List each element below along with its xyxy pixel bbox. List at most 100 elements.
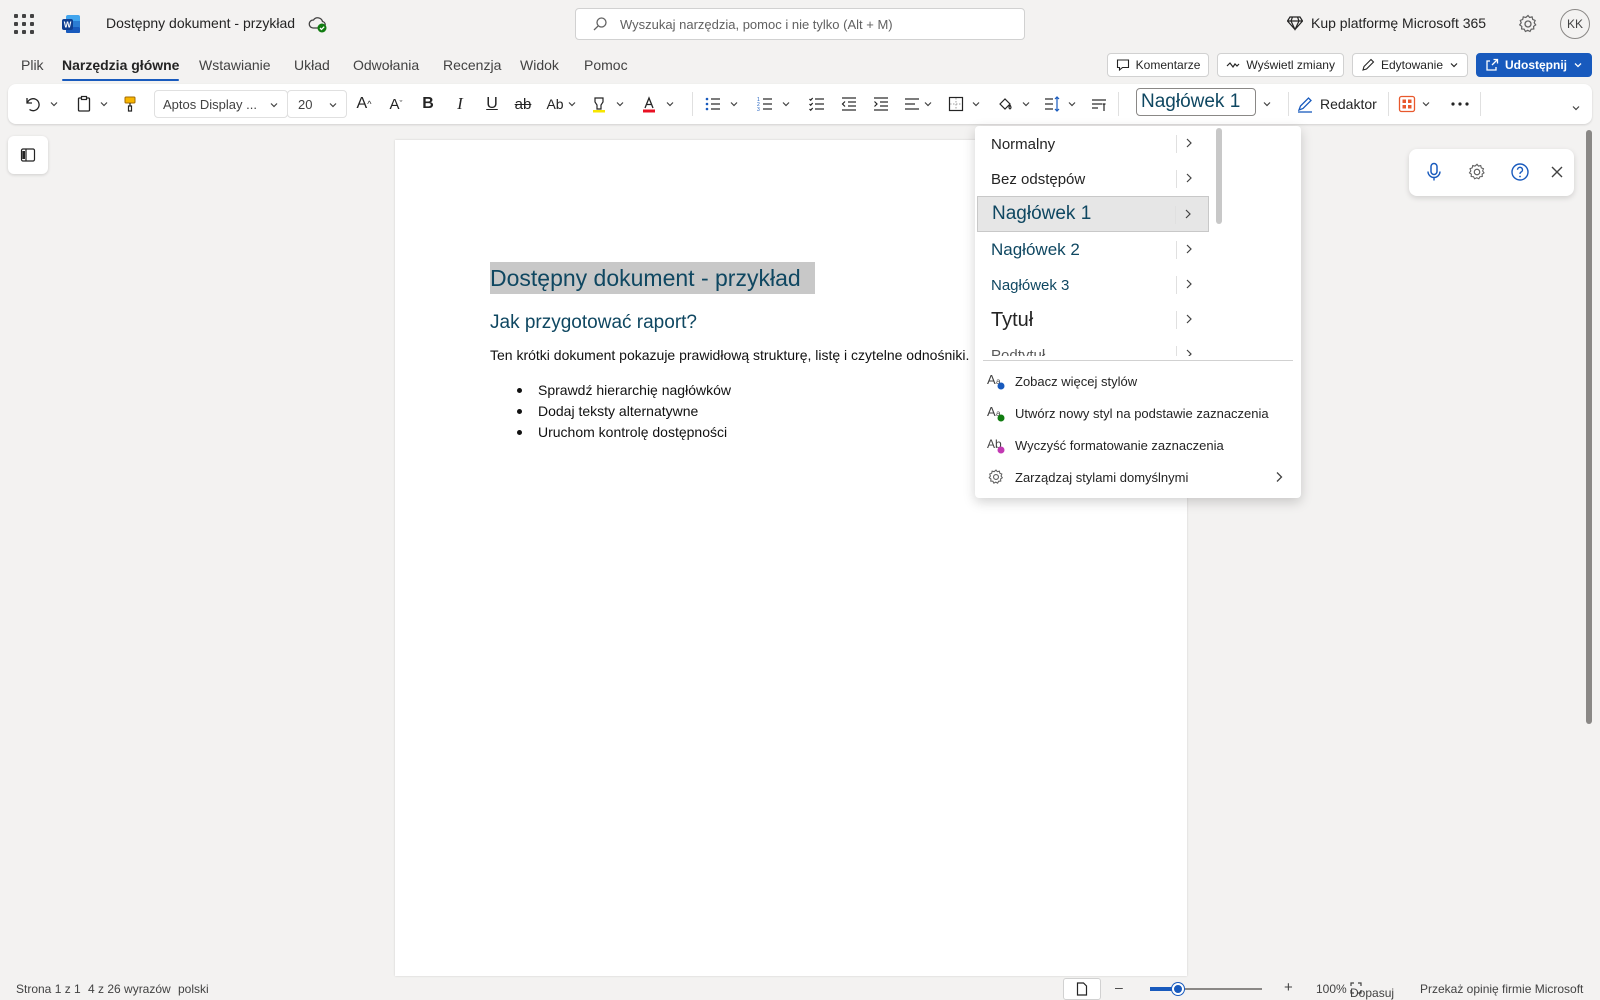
word-count[interactable]: 4 z 26 wyrazów bbox=[88, 982, 171, 996]
style-select[interactable]: Nagłówek 1 bbox=[1136, 88, 1256, 116]
numbering-chevron-down-icon[interactable] bbox=[780, 92, 792, 116]
feedback-link[interactable]: Przekaż opinię firmie Microsoft bbox=[1420, 982, 1583, 996]
font-name-select[interactable]: Aptos Display ... bbox=[154, 90, 288, 118]
clear-formatting-item[interactable]: Ab Wyczyść formatowanie zaznaczenia bbox=[985, 432, 1291, 458]
chevron-right-icon[interactable] bbox=[1183, 137, 1195, 149]
checklist-icon[interactable] bbox=[806, 92, 828, 116]
manage-default-styles-item[interactable]: Zarządzaj stylami domyślnymi bbox=[985, 464, 1291, 490]
line-spacing-chevron-down-icon[interactable] bbox=[1066, 92, 1078, 116]
style-no-spacing[interactable]: Bez odstępów bbox=[977, 161, 1209, 197]
document-scrollbar[interactable] bbox=[1586, 130, 1592, 724]
close-icon[interactable] bbox=[1546, 161, 1568, 183]
avatar[interactable]: KK bbox=[1560, 9, 1590, 39]
document-heading-2[interactable]: Jak przygotować raport? bbox=[490, 312, 697, 334]
comments-button[interactable]: Komentarze bbox=[1106, 53, 1210, 77]
increase-indent-icon[interactable] bbox=[870, 92, 892, 116]
style-heading-3[interactable]: Nagłówek 3 bbox=[977, 267, 1209, 303]
bullets-chevron-down-icon[interactable] bbox=[728, 92, 740, 116]
navigation-pane-button[interactable] bbox=[8, 136, 48, 174]
cloud-saved-icon[interactable] bbox=[308, 14, 328, 34]
shading-chevron-down-icon[interactable] bbox=[1020, 92, 1032, 116]
highlighter-chevron-down-icon[interactable] bbox=[614, 92, 626, 116]
paragraph-marks-icon[interactable] bbox=[1088, 92, 1110, 116]
search-box[interactable]: Wyszukaj narzędzia, pomoc i nie tylko (A… bbox=[575, 8, 1025, 40]
microphone-icon[interactable] bbox=[1423, 161, 1445, 183]
style-gallery-chevron-down-icon[interactable] bbox=[1256, 92, 1278, 116]
chevron-right-icon[interactable] bbox=[1183, 313, 1195, 325]
zoom-level[interactable]: 100% bbox=[1316, 982, 1347, 996]
tab-references[interactable]: Odwołania bbox=[353, 57, 419, 73]
tab-file[interactable]: Plik bbox=[21, 57, 44, 73]
align-icon[interactable] bbox=[902, 92, 922, 116]
grow-font-icon[interactable]: A ^ bbox=[352, 92, 376, 116]
font-color-icon[interactable] bbox=[638, 92, 660, 116]
borders-icon[interactable] bbox=[946, 92, 966, 116]
undo-icon[interactable] bbox=[22, 92, 42, 116]
change-case-chevron-down-icon[interactable] bbox=[566, 92, 578, 116]
highlighter-icon[interactable] bbox=[588, 92, 610, 116]
add-ins-chevron-down-icon[interactable] bbox=[1420, 92, 1432, 116]
undo-chevron-down-icon[interactable] bbox=[48, 92, 60, 116]
style-heading-1[interactable]: Nagłówek 1 bbox=[977, 196, 1209, 232]
tab-layout[interactable]: Układ bbox=[294, 57, 330, 73]
chevron-right-icon[interactable] bbox=[1182, 208, 1194, 220]
style-normal[interactable]: Normalny bbox=[977, 126, 1209, 162]
help-icon[interactable] bbox=[1509, 161, 1531, 183]
print-layout-button[interactable] bbox=[1063, 978, 1101, 1000]
chevron-right-icon[interactable] bbox=[1183, 172, 1195, 184]
change-case-icon[interactable]: Ab bbox=[544, 92, 566, 116]
chevron-right-icon[interactable] bbox=[1183, 278, 1195, 290]
page-count[interactable]: Strona 1 z 1 bbox=[16, 982, 81, 996]
create-style-item[interactable]: Aa Utwórz nowy styl na podstawie zaznacz… bbox=[985, 400, 1291, 426]
style-subtitle[interactable]: Podtytuł bbox=[977, 337, 1209, 356]
bullets-icon[interactable] bbox=[702, 92, 724, 116]
align-chevron-down-icon[interactable] bbox=[922, 92, 934, 116]
more-options-icon[interactable] bbox=[1448, 92, 1472, 116]
clipboard-icon[interactable] bbox=[74, 92, 94, 116]
tab-review[interactable]: Recenzja bbox=[443, 57, 501, 73]
decrease-indent-icon[interactable] bbox=[838, 92, 860, 116]
zoom-out-icon[interactable]: – bbox=[1115, 979, 1123, 995]
underline-icon[interactable]: U bbox=[482, 92, 502, 116]
bold-icon[interactable]: B bbox=[418, 92, 438, 116]
style-title[interactable]: Tytuł bbox=[977, 302, 1209, 338]
add-ins-icon[interactable] bbox=[1396, 92, 1418, 116]
font-size-select[interactable]: 20 bbox=[287, 90, 347, 118]
zoom-in-icon[interactable]: + bbox=[1284, 979, 1293, 996]
format-painter-icon[interactable] bbox=[120, 92, 140, 116]
tab-insert[interactable]: Wstawianie bbox=[199, 57, 271, 73]
italic-icon[interactable]: I bbox=[450, 92, 470, 116]
shrink-font-icon[interactable]: Aˇ bbox=[384, 92, 408, 116]
document-paragraph[interactable]: Ten krótki dokument pokazuje prawidłową … bbox=[490, 347, 970, 363]
share-button[interactable]: Udostępnij bbox=[1476, 53, 1592, 77]
list-item[interactable]: Sprawdź hierarchię nagłówków bbox=[515, 380, 731, 401]
tab-help[interactable]: Pomoc bbox=[584, 57, 628, 73]
tab-view[interactable]: Widok bbox=[520, 57, 559, 73]
borders-chevron-down-icon[interactable] bbox=[970, 92, 982, 116]
numbering-icon[interactable]: 123 bbox=[754, 92, 776, 116]
fit-button[interactable]: Dopasuj bbox=[1350, 982, 1394, 1000]
styles-scrollbar[interactable] bbox=[1216, 128, 1222, 224]
settings-gear-icon[interactable] bbox=[1517, 13, 1539, 35]
app-launcher-icon[interactable] bbox=[14, 14, 34, 34]
line-spacing-icon[interactable] bbox=[1042, 92, 1062, 116]
chevron-right-icon[interactable] bbox=[1183, 243, 1195, 255]
buy-microsoft-365-link[interactable]: Kup platformę Microsoft 365 bbox=[1287, 15, 1486, 31]
list-item[interactable]: Dodaj teksty alternatywne bbox=[515, 401, 731, 422]
editor-button[interactable]: Redaktor bbox=[1296, 92, 1377, 116]
style-heading-2[interactable]: Nagłówek 2 bbox=[977, 232, 1209, 268]
shading-icon[interactable] bbox=[996, 92, 1016, 116]
track-changes-button[interactable]: Wyświetl zmiany bbox=[1217, 53, 1344, 77]
zoom-slider[interactable] bbox=[1150, 983, 1262, 995]
list-item[interactable]: Uruchom kontrolę dostępności bbox=[515, 422, 731, 443]
ribbon-expand-chevron-down-icon[interactable] bbox=[1568, 96, 1584, 120]
clipboard-chevron-down-icon[interactable] bbox=[98, 92, 110, 116]
chevron-right-icon[interactable] bbox=[1183, 348, 1195, 356]
document-title[interactable]: Dostępny dokument - przykład bbox=[106, 15, 295, 31]
tab-home[interactable]: Narzędzia główne bbox=[62, 57, 180, 81]
language[interactable]: polski bbox=[178, 982, 209, 996]
document-heading-1[interactable]: Dostępny dokument - przykład bbox=[490, 262, 815, 294]
see-more-styles-item[interactable]: Aa Zobacz więcej stylów bbox=[985, 368, 1291, 394]
editing-mode-button[interactable]: Edytowanie bbox=[1351, 53, 1468, 77]
zoom-slider-thumb[interactable] bbox=[1172, 983, 1184, 995]
